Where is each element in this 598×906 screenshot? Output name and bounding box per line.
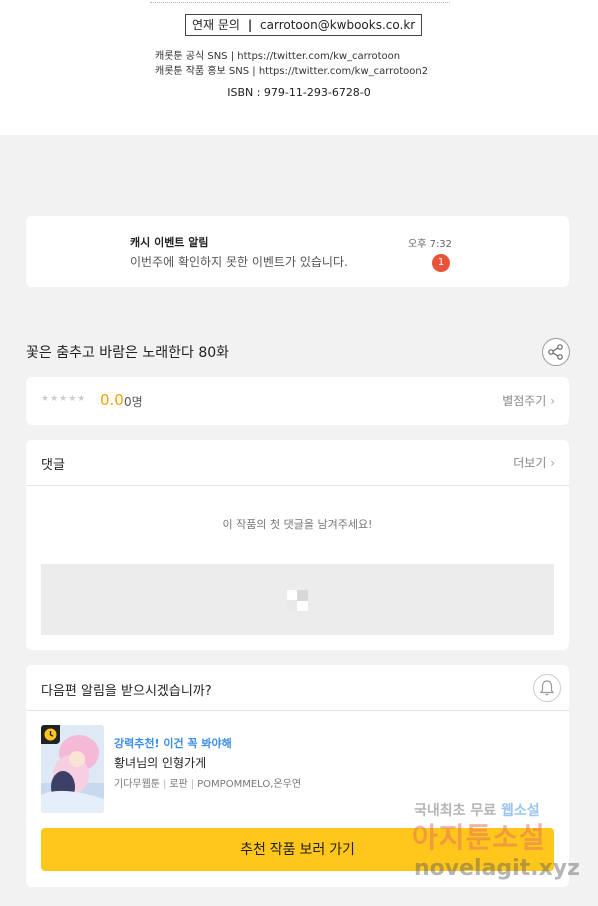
bell-icon: [539, 680, 555, 696]
comments-heading: 댓글: [41, 458, 65, 473]
star-rating: ★★★★★: [41, 394, 87, 404]
meta-authors: POMPOMMELO,온우연: [197, 779, 302, 790]
watermark: 국내최초 무료 웹소설 아지툰소설 novelagit.xyz: [412, 800, 582, 890]
meta-type: 기다무웹툰: [114, 779, 160, 790]
watermark-line-2: 아지툰소설: [412, 821, 546, 854]
share-icon: [548, 344, 563, 360]
rating-bar: ★★★★★ 0.0 0명 별점주기 ›: [26, 377, 569, 425]
notice-body: 이번주에 확인하지 못한 이벤트가 있습니다.: [130, 255, 348, 269]
rate-button[interactable]: 별점주기 ›: [502, 392, 555, 409]
share-button[interactable]: [542, 338, 570, 366]
comment-input-area[interactable]: [41, 564, 554, 635]
more-comments-button[interactable]: 더보기 ›: [513, 454, 555, 471]
image-placeholder-icon: [287, 590, 308, 611]
sns-promo[interactable]: 캐롯툰 작품 홍보 SNS | https://twitter.com/kw_c…: [155, 64, 428, 79]
waitfree-badge: [41, 725, 60, 744]
rate-button-label: 별점주기: [502, 394, 547, 408]
event-notice[interactable]: 캐시 이벤트 알림 이번주에 확인하지 못한 이벤트가 있습니다. 오후 7:3…: [26, 216, 569, 287]
chevron-right-icon: ›: [550, 456, 555, 470]
recommend-meta: 기다무웹툰 | 로판 | POMPOMMELO,온우연: [114, 775, 301, 790]
rating-count: 0명: [124, 395, 143, 409]
bell-button[interactable]: [533, 674, 561, 702]
sns-links: 캐롯툰 공식 SNS | https://twitter.com/kw_carr…: [155, 49, 428, 79]
contact-email[interactable]: carrotoon@kwbooks.co.kr: [260, 18, 415, 32]
notice-time: 오후 7:32: [408, 239, 453, 250]
sns-official[interactable]: 캐롯툰 공식 SNS | https://twitter.com/kw_carr…: [155, 49, 428, 64]
footer-info: 연재 문의 | carrotoon@kwbooks.co.kr 캐롯툰 공식 S…: [0, 0, 598, 135]
notice-title: 캐시 이벤트 알림: [130, 236, 209, 249]
comments-empty-text: 이 작품의 첫 댓글을 남겨주세요!: [222, 518, 373, 531]
more-label: 더보기: [513, 456, 547, 470]
recommend-thumbnail[interactable]: [41, 725, 104, 813]
contact-separator: |: [247, 18, 253, 32]
recommend-title[interactable]: 황녀님의 인형가게: [114, 754, 206, 771]
notice-badge: 1: [432, 254, 450, 272]
meta-genre: 로판: [169, 779, 188, 790]
chevron-right-icon: ›: [550, 394, 555, 408]
meta-separator: |: [190, 779, 195, 790]
comments-section: 댓글 더보기 › 이 작품의 첫 댓글을 남겨주세요!: [26, 440, 569, 650]
isbn: ISBN : 979-11-293-6728-0: [227, 86, 371, 99]
meta-separator: |: [163, 779, 167, 790]
rating-score: 0.0: [100, 391, 124, 409]
divider: [26, 710, 569, 711]
recommend-label: 강력추천! 이건 꼭 봐야해: [114, 737, 232, 750]
divider: [26, 485, 569, 486]
divider: [150, 0, 450, 3]
contact-label: 연재 문의: [192, 18, 240, 32]
next-alert-question: 다음편 알림을 받으시겠습니까?: [41, 684, 212, 699]
clock-icon: [44, 728, 57, 741]
episode-title: 꽃은 춤추고 바람은 노래한다 80화: [26, 345, 230, 361]
watermark-line-3: novelagit.xyz: [414, 856, 580, 881]
contact-box: 연재 문의 | carrotoon@kwbooks.co.kr: [185, 14, 423, 36]
